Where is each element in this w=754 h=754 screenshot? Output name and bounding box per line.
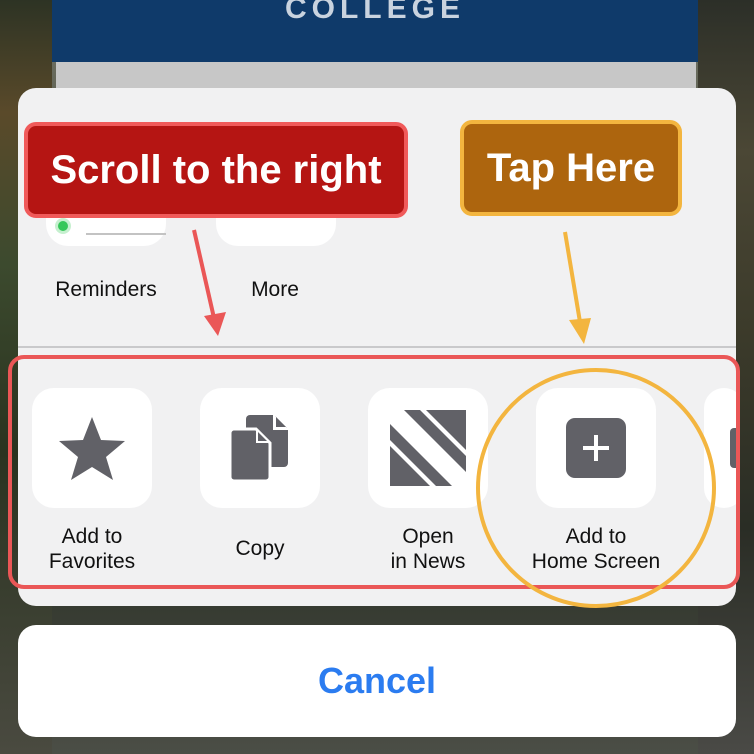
red-arrow-head [204,312,226,336]
scroll-hint-callout: Scroll to the right [24,122,408,218]
tap-hint-callout: Tap Here [460,120,682,216]
orange-arrow-line [563,231,582,323]
tap-target-circle [476,368,716,608]
annotation-arrows [192,229,716,608]
orange-arrow-head [569,318,591,344]
red-arrow-line [192,229,216,319]
